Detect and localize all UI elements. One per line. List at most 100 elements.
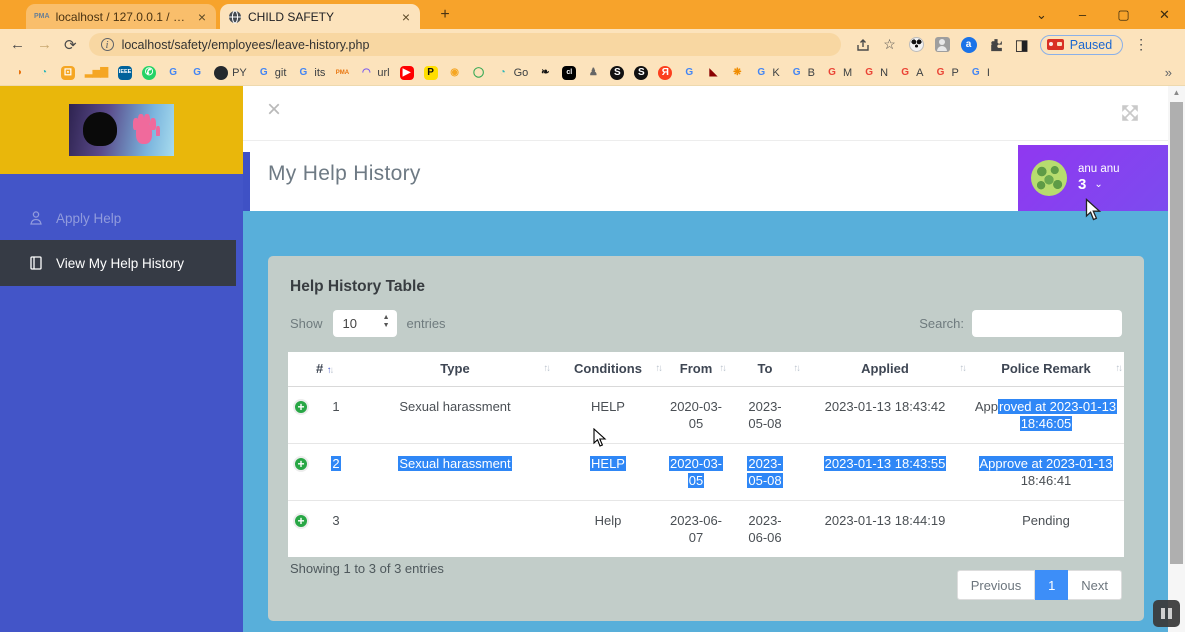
bookmark-google-i[interactable]: GI [964,66,995,80]
bookmark-camera[interactable]: ◉ [443,66,467,80]
search-input[interactable] [972,310,1122,337]
bookmark-url[interactable]: ◠url [354,66,394,80]
sort-icon: ↑↓ [720,363,726,374]
forward-button[interactable]: → [37,36,52,53]
bookmark-google-k[interactable]: GK [749,66,784,80]
column-header-type[interactable]: Type↑↓ [358,352,552,386]
bookmark-google-git[interactable]: Ggit [252,66,292,80]
user-meta: anu anu 3 ⌄ [1078,163,1120,193]
bookmark-person[interactable]: ♟ [581,66,605,80]
bookmark-dark-arrow[interactable]: ◣ [701,66,725,80]
page-header: My Help History anu anu 3 ⌄ [243,141,1168,211]
next-page-button[interactable]: Next [1068,570,1122,600]
expand-row-button[interactable]: + [293,399,309,415]
column-header-num[interactable]: # ↑↓ [314,352,358,386]
window-controls: ⌄ – ▢ ✕ [1021,0,1185,29]
bookmark-swirl[interactable]: ◔ [32,66,56,80]
a-extension-icon[interactable]: a [961,37,977,53]
bookmark-s-circle-1[interactable]: S [605,66,629,80]
tab-close-icon[interactable]: × [400,9,412,25]
cell-type [358,500,552,557]
bookmark-whatsapp[interactable]: ✆ [137,66,161,80]
panda-extension-icon[interactable] [909,37,924,52]
bookmarks-overflow-icon[interactable]: » [1160,65,1177,80]
column-header-applied[interactable]: Applied↑↓ [802,352,968,386]
tab-search-chevron-icon[interactable]: ⌄ [1021,0,1062,29]
close-panel-icon[interactable]: × [267,96,281,124]
page-1-button[interactable]: 1 [1035,570,1068,600]
bookmark-google-its[interactable]: Gits [291,66,330,80]
bookmark-eye[interactable]: ❋ [725,66,749,80]
bookmark-yandex[interactable]: Я [653,66,677,80]
sidebar-item-apply-help[interactable]: Apply Help [0,198,243,238]
sidebar-item-view-help-history[interactable]: View My Help History [0,240,236,286]
bookmark-s-circle-1-icon: S [610,66,624,80]
cell-police-remark: Approved at 2023-01-1318:46:05 [968,386,1124,443]
bookmark-google-a[interactable]: GA [893,66,928,80]
previous-page-button[interactable]: Previous [957,570,1036,600]
expand-row-button[interactable]: + [293,456,309,472]
extensions-puzzle-icon[interactable] [988,37,1004,53]
child-safety-logo[interactable] [69,104,174,156]
bookmark-google-p[interactable]: GP [928,66,963,80]
bookmark-google-m[interactable]: GM [820,66,857,80]
browser-window: PMA localhost / 127.0.0.1 / safety / tbl… [0,0,1185,632]
table-row: + 2 Sexual harassment HELP 2020-03-05 20… [288,443,1124,500]
scrollbar-thumb[interactable] [1170,102,1183,564]
tab-child-safety[interactable]: CHILD SAFETY × [220,4,420,29]
bookmark-google-3[interactable]: G [677,66,701,80]
bookmark-s-circle-2[interactable]: S [629,66,653,80]
fullscreen-expand-icon[interactable] [1120,103,1140,123]
sidebar-logo-band [0,86,243,174]
phpmyadmin-favicon: PMA [34,13,50,20]
entries-label: entries [407,316,446,331]
minimize-button[interactable]: – [1062,0,1103,29]
column-header-police-remark[interactable]: Police Remark↑↓ [968,352,1124,386]
reload-button[interactable]: ⟳ [64,36,77,54]
bookmark-cl[interactable]: cl [557,66,581,80]
site-info-icon[interactable]: i [101,38,114,51]
bookmark-youtube[interactable]: ▶ [395,66,419,80]
column-header-conditions[interactable]: Conditions↑↓ [552,352,664,386]
sidebar-item-label: Apply Help [56,211,121,226]
bookmark-pma[interactable]: PMA [330,66,354,80]
cell-conditions: HELP [552,386,664,443]
address-bar[interactable]: i localhost/safety/employees/leave-histo… [89,33,841,56]
bookmark-github-py[interactable]: PY [209,66,252,80]
bookmark-bird[interactable]: ❧ [533,66,557,80]
new-tab-button[interactable]: + [434,4,456,26]
profile-avatar-icon[interactable]: ◨ [1015,36,1029,54]
page-length-select[interactable]: 10 [333,310,397,337]
tab-phpmyadmin[interactable]: PMA localhost / 127.0.0.1 / safety / tbl… [26,4,216,29]
bookmark-person-icon: ♟ [586,66,600,80]
bookmark-google-1[interactable]: G [161,66,185,80]
bookmark-star-icon[interactable]: ☆ [882,37,898,53]
person-extension-icon[interactable] [935,37,950,52]
bookmark-green-ring[interactable]: ◯ [467,66,491,80]
browser-menu-icon[interactable]: ⋮ [1134,36,1148,53]
selected-text: 05 [688,473,704,488]
column-header-from[interactable]: From↑↓ [664,352,728,386]
maximize-button[interactable]: ▢ [1103,0,1144,29]
bookmark-pinwheel[interactable]: ◗ [8,66,32,80]
recorder-pause-button[interactable] [1153,600,1180,627]
bookmark-ieee[interactable]: IEEE [113,66,137,80]
bookmark-google-b[interactable]: GB [785,66,820,80]
close-window-button[interactable]: ✕ [1144,0,1185,29]
bookmark-orange-app[interactable]: ⊡ [56,66,80,80]
column-header-to[interactable]: To↑↓ [728,352,802,386]
back-button[interactable]: ← [10,36,25,53]
bookmark-p-yellow[interactable]: P [419,66,443,80]
expand-row-button[interactable]: + [293,513,309,529]
bookmark-go[interactable]: ◔Go [491,66,534,80]
cell-from: 2020-03-05 [664,386,728,443]
recorder-paused-button[interactable]: Paused [1040,35,1123,55]
scroll-up-icon[interactable]: ▲ [1168,88,1185,97]
bookmark-analytics[interactable]: ▂▅▇ [80,66,113,80]
tab-close-icon[interactable]: × [196,9,208,25]
share-icon[interactable] [855,37,871,53]
user-dropdown[interactable]: anu anu 3 ⌄ [1018,145,1168,211]
vertical-scrollbar[interactable]: ▲ [1168,86,1185,632]
bookmark-google-n[interactable]: GN [857,66,893,80]
bookmark-google-2[interactable]: G [185,66,209,80]
